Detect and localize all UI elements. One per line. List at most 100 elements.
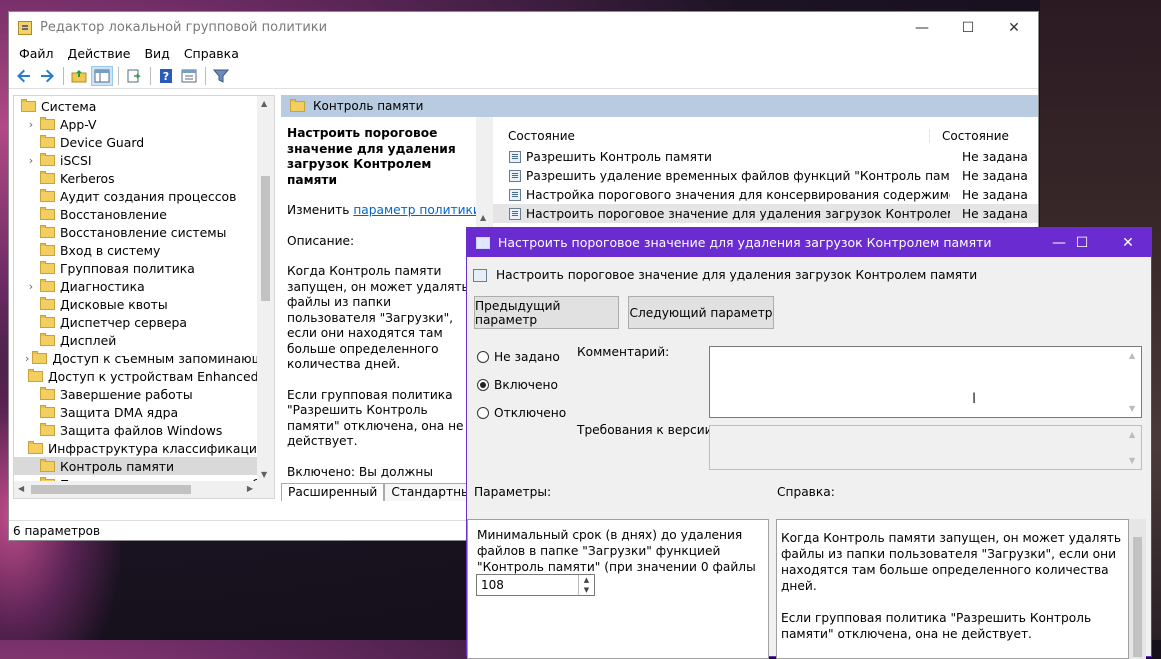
tree-vertical-scrollbar[interactable]: ▲ ▼ (257, 96, 274, 482)
scroll-up-arrow-icon[interactable]: ▲ (480, 213, 486, 222)
filter-icon[interactable] (210, 66, 232, 86)
radio-label: Отключено (494, 406, 567, 420)
setting-status: Не задана (962, 168, 1028, 183)
radio-circle[interactable] (477, 407, 489, 419)
scroll-thumb[interactable] (261, 176, 270, 301)
tree-item[interactable]: Восстановление системы (14, 223, 274, 241)
tree-item[interactable]: Kerberos (14, 169, 274, 187)
tree-item[interactable]: › Доступ к съемным запоминающим (14, 349, 274, 367)
tree-item[interactable]: Доступ к устройствам Enhanced Stor (14, 367, 274, 385)
list-item[interactable]: Настройка порогового значения для консер… (493, 185, 1038, 204)
scroll-up-arrow-icon[interactable]: ▲ (1129, 351, 1135, 360)
version-requirements-field: ▲ ▼ (709, 425, 1142, 470)
toolbar-separator (118, 66, 119, 85)
comment-field[interactable]: ▲ ▼ I (709, 346, 1142, 418)
menu-file[interactable]: Файл (12, 46, 61, 61)
tab-extended[interactable]: Расширенный (281, 483, 385, 501)
chevron-right-icon[interactable]: › (25, 118, 37, 131)
scroll-right-arrow-icon[interactable]: ▶ (247, 484, 253, 493)
export-list-icon[interactable] (123, 66, 145, 86)
previous-setting-button[interactable]: Предыдущий параметр (474, 296, 619, 329)
help-scrollbar[interactable] (1129, 519, 1146, 659)
show-hide-tree-icon[interactable] (91, 65, 113, 86)
menu-help[interactable]: Справка (177, 46, 246, 61)
dialog-close-button[interactable]: ✕ (1105, 228, 1151, 257)
tree-item[interactable]: Восстановление (14, 205, 274, 223)
description-heading: Настроить пороговое значение для удалени… (287, 126, 456, 187)
list-item[interactable]: Настроить пороговое значение для удалени… (493, 204, 1038, 223)
tree-item-root[interactable]: Система (14, 97, 274, 115)
policy-tree[interactable]: Система › App-V Device Guard › iSCSI Kerberos… (13, 95, 275, 499)
tree-item[interactable]: › Диагностика (14, 277, 274, 295)
back-arrow-icon[interactable] (13, 66, 35, 86)
tree-item[interactable]: Аудит создания процессов (14, 187, 274, 205)
tree-item-label: Доступ к устройствам Enhanced Stor (48, 368, 275, 384)
folder-icon (40, 134, 55, 148)
tree-item[interactable]: Дисковые квоты (14, 295, 274, 313)
radio-enabled[interactable]: Включено (477, 378, 558, 392)
dialog-subtitle-row: Настроить пороговое значение для удалени… (473, 268, 977, 282)
menu-action[interactable]: Действие (61, 46, 138, 61)
scroll-down-arrow-icon[interactable]: ▼ (1129, 404, 1135, 413)
dialog-title-bar: Настроить пороговое значение для удалени… (467, 228, 1151, 257)
setting-status: Не задана (962, 187, 1028, 202)
comment-scrollbar[interactable]: ▲ ▼ (1125, 347, 1141, 417)
radio-not-configured[interactable]: Не задано (477, 350, 560, 364)
tree-item[interactable]: Защита файлов Windows (14, 421, 274, 439)
tree-item-label: iSCSI (60, 152, 92, 168)
chevron-right-icon[interactable]: › (25, 352, 29, 365)
help-text-para-1: Когда Контроль памяти запущен, он может … (781, 531, 1122, 593)
radio-circle[interactable] (477, 379, 489, 391)
scroll-left-arrow-icon[interactable]: ◀ (18, 484, 24, 493)
tree-item[interactable]: Групповая политика (14, 259, 274, 277)
scroll-thumb[interactable] (1133, 537, 1142, 657)
tree-item-label: Система (41, 98, 97, 114)
tree-item[interactable]: › iSCSI (14, 151, 274, 169)
tree-item[interactable]: Контроль памяти (14, 457, 274, 475)
folder-icon (40, 386, 55, 400)
version-scrollbar[interactable]: ▲ ▼ (1125, 426, 1141, 469)
help-icon[interactable]: ? (155, 66, 177, 86)
chevron-right-icon[interactable]: › (25, 154, 37, 167)
scroll-thumb[interactable] (31, 485, 191, 494)
scroll-down-arrow-icon[interactable]: ▼ (261, 470, 267, 479)
radio-label: Не задано (494, 350, 560, 364)
tree-item[interactable]: Дисплей (14, 331, 274, 349)
tree-item[interactable]: Инфраструктура классификации фа (14, 439, 274, 457)
list-item[interactable]: Разрешить Контроль памяти Не задана (493, 147, 1038, 166)
policy-setting-icon (509, 169, 521, 182)
chevron-right-icon[interactable]: › (25, 280, 37, 293)
list-item[interactable]: Разрешить удаление временных файлов функ… (493, 166, 1038, 185)
radio-disabled[interactable]: Отключено (477, 406, 566, 420)
properties-icon[interactable] (178, 66, 200, 86)
dialog-maximize-button[interactable]: ☐ (1059, 228, 1105, 257)
tree-horizontal-scrollbar[interactable]: ◀ ▶ (14, 481, 274, 498)
forward-arrow-icon[interactable] (36, 66, 58, 86)
close-button[interactable]: ✕ (991, 12, 1037, 43)
edit-policy-link[interactable]: параметр политики (353, 203, 480, 217)
text-cursor-icon: I (972, 391, 977, 407)
column-header-state[interactable]: Состояние (493, 129, 930, 143)
tree-item[interactable]: Защита DMA ядра (14, 403, 274, 421)
tree-item[interactable]: › App-V (14, 115, 274, 133)
minimize-button[interactable]: — (899, 12, 945, 43)
tree-item[interactable]: Завершение работы (14, 385, 274, 403)
folder-icon (40, 404, 55, 418)
next-setting-button[interactable]: Следующий параметр (628, 296, 774, 329)
scroll-up-arrow-icon[interactable]: ▲ (261, 99, 267, 108)
spin-down-arrow-icon[interactable]: ▼ (578, 585, 594, 595)
menu-view[interactable]: Вид (137, 46, 176, 61)
days-value[interactable]: 108 (481, 577, 504, 593)
maximize-button[interactable]: ☐ (945, 12, 991, 43)
tree-item[interactable]: Диспетчер сервера (14, 313, 274, 331)
days-spinbox[interactable]: 108 ▲ ▼ (476, 574, 595, 596)
tree-item[interactable]: Вход в систему (14, 241, 274, 259)
scroll-up-arrow-icon[interactable]: ▲ (1129, 430, 1135, 439)
up-folder-icon[interactable] (68, 66, 90, 86)
tree-item-label: Восстановление (60, 206, 167, 222)
column-header-status[interactable]: Состояние (930, 129, 1009, 143)
gpedit-app-icon (18, 20, 32, 35)
radio-circle[interactable] (477, 351, 489, 363)
tree-item[interactable]: Device Guard (14, 133, 274, 151)
scroll-down-arrow-icon[interactable]: ▼ (1129, 456, 1135, 465)
